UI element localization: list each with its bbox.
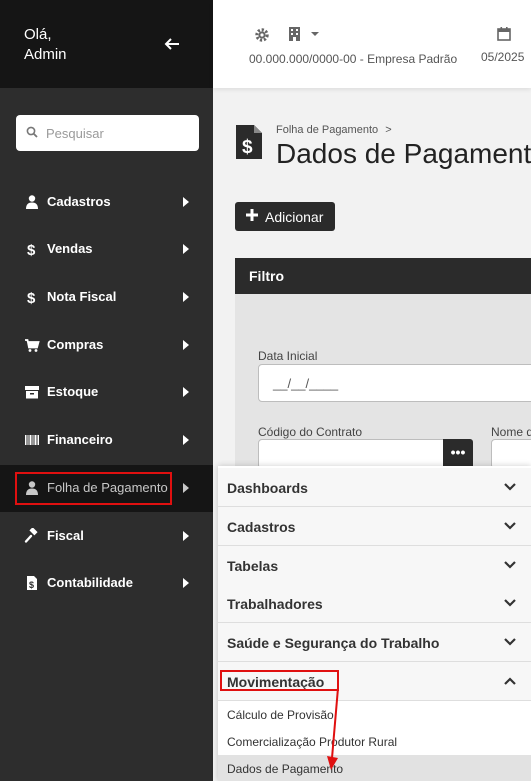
section-label: Tabelas bbox=[227, 558, 279, 574]
chevron-right-icon bbox=[183, 483, 189, 493]
sidebar-item-label: Vendas bbox=[47, 241, 93, 256]
chevron-right-icon bbox=[183, 340, 189, 350]
submenu-item-comercializacao[interactable]: Comercialização Produtor Rural bbox=[218, 728, 531, 755]
submenu-section-saude-seguranca[interactable]: Saúde e Segurança do Trabalho bbox=[218, 623, 531, 662]
submenu-item-calculo-provisao[interactable]: Cálculo de Provisão bbox=[218, 701, 531, 728]
period-label[interactable]: 05/2025 bbox=[481, 50, 524, 64]
chevron-down-icon bbox=[504, 483, 516, 491]
section-label: Saúde e Segurança do Trabalho bbox=[227, 635, 440, 651]
chevron-right-icon bbox=[183, 387, 189, 397]
filter-header[interactable]: Filtro bbox=[235, 258, 531, 294]
submenu-section-trabalhadores[interactable]: Trabalhadores bbox=[218, 584, 531, 623]
highlight-annotation bbox=[220, 670, 339, 691]
add-button[interactable]: Adicionar bbox=[235, 202, 335, 231]
breadcrumb: Folha de Pagamento > bbox=[276, 124, 392, 136]
sidebar-item-label: Estoque bbox=[47, 384, 99, 399]
section-label: Cadastros bbox=[227, 519, 296, 535]
file-dollar-icon: $ bbox=[236, 125, 262, 159]
chevron-right-icon bbox=[183, 435, 189, 445]
archive-icon bbox=[25, 386, 39, 399]
submenu-section-dashboards[interactable]: Dashboards bbox=[218, 468, 531, 507]
svg-text:$: $ bbox=[27, 242, 36, 257]
nome-input[interactable] bbox=[491, 439, 531, 469]
sidebar-item-cadastros[interactable]: Cadastros bbox=[0, 179, 213, 226]
sidebar-item-label: Compras bbox=[47, 337, 104, 352]
user-greeting: Olá, Admin bbox=[24, 25, 67, 65]
greeting-line-2: Admin bbox=[24, 46, 67, 63]
arrow-left-icon[interactable] bbox=[162, 34, 182, 54]
cart-icon bbox=[25, 339, 40, 352]
sidebar-item-label: Nota Fiscal bbox=[47, 289, 117, 304]
submenu-item-dados-pagamento[interactable]: Dados de Pagamento bbox=[218, 755, 531, 781]
search-box bbox=[16, 115, 199, 151]
sidebar-item-vendas[interactable]: $ Vendas bbox=[0, 226, 213, 273]
caret-down-icon[interactable] bbox=[311, 32, 319, 36]
sidebar-item-fiscal[interactable]: Fiscal bbox=[0, 513, 213, 560]
sidebar-item-financeiro[interactable]: Financeiro bbox=[0, 417, 213, 464]
breadcrumb-link[interactable]: Folha de Pagamento bbox=[276, 124, 378, 136]
search-input[interactable] bbox=[46, 123, 191, 143]
section-label: Dashboards bbox=[227, 480, 308, 496]
user-header: Olá, Admin bbox=[0, 0, 213, 88]
chevron-right-icon bbox=[183, 197, 189, 207]
submenu-panel: Dashboards Cadastros Tabelas Trabalhador… bbox=[218, 466, 531, 781]
barcode-icon bbox=[25, 435, 39, 445]
codigo-contrato-input[interactable] bbox=[258, 439, 444, 469]
plus-icon bbox=[246, 209, 258, 221]
chevron-right-icon bbox=[183, 244, 189, 254]
company-info: 00.000.000/0000-00 - Empresa Padrão bbox=[249, 52, 458, 66]
dollar-icon: $ bbox=[27, 242, 36, 257]
svg-text:$: $ bbox=[29, 580, 34, 590]
building-icon[interactable] bbox=[288, 26, 301, 41]
sidebar-item-label: Contabilidade bbox=[47, 575, 133, 590]
sidebar-item-compras[interactable]: Compras bbox=[0, 322, 213, 369]
codigo-contrato-label: Código do Contrato bbox=[258, 425, 363, 439]
submenu-item-label: Comercialização Produtor Rural bbox=[227, 735, 398, 749]
chevron-down-icon bbox=[504, 561, 516, 569]
sidebar-item-label: Financeiro bbox=[47, 432, 113, 447]
gear-icon[interactable] bbox=[254, 27, 270, 43]
data-inicial-input[interactable]: __/__/____ bbox=[258, 364, 531, 402]
data-inicial-label: Data Inicial bbox=[258, 349, 318, 363]
search-icon bbox=[26, 126, 38, 138]
page-title: Dados de Pagamento bbox=[276, 138, 531, 169]
dollar-icon: $ bbox=[27, 290, 36, 305]
chevron-down-icon bbox=[504, 599, 516, 607]
chevron-right-icon bbox=[183, 292, 189, 302]
submenu-item-label: Cálculo de Provisão bbox=[227, 708, 334, 722]
section-label: Trabalhadores bbox=[227, 596, 323, 612]
chevron-down-icon bbox=[504, 638, 516, 646]
sidebar-item-contabilidade[interactable]: $ Contabilidade bbox=[0, 560, 213, 607]
sidebar-item-label: Cadastros bbox=[47, 194, 111, 209]
svg-text:$: $ bbox=[242, 137, 253, 158]
chevron-up-icon bbox=[504, 677, 516, 685]
chevron-right-icon bbox=[183, 531, 189, 541]
add-button-label: Adicionar bbox=[265, 209, 324, 225]
nome-label: Nome d bbox=[491, 425, 531, 439]
submenu-section-cadastros[interactable]: Cadastros bbox=[218, 507, 531, 546]
highlight-annotation bbox=[15, 472, 172, 505]
filter-title: Filtro bbox=[249, 268, 284, 284]
chevron-down-icon bbox=[504, 522, 516, 530]
sidebar-item-nota-fiscal[interactable]: $ Nota Fiscal bbox=[0, 274, 213, 321]
breadcrumb-separator: > bbox=[385, 124, 392, 136]
greeting-line-1: Olá, bbox=[24, 26, 52, 43]
data-inicial-value: __/__/____ bbox=[273, 376, 339, 391]
file-dollar-icon: $ bbox=[27, 576, 37, 590]
topbar: 00.000.000/0000-00 - Empresa Padrão 05/2… bbox=[213, 0, 531, 88]
user-icon bbox=[26, 195, 38, 209]
sidebar-item-estoque[interactable]: Estoque bbox=[0, 369, 213, 416]
sidebar: Olá, Admin Cadastros $ Vendas $ Nota Fis… bbox=[0, 0, 213, 781]
lookup-button[interactable]: ••• bbox=[443, 439, 473, 469]
submenu-section-tabelas[interactable]: Tabelas bbox=[218, 546, 531, 585]
calendar-icon[interactable] bbox=[497, 26, 511, 41]
gavel-icon bbox=[24, 528, 38, 543]
svg-text:$: $ bbox=[27, 290, 36, 305]
annotation-arrow bbox=[327, 687, 339, 770]
chevron-right-icon bbox=[183, 578, 189, 588]
sidebar-item-label: Fiscal bbox=[47, 528, 84, 543]
